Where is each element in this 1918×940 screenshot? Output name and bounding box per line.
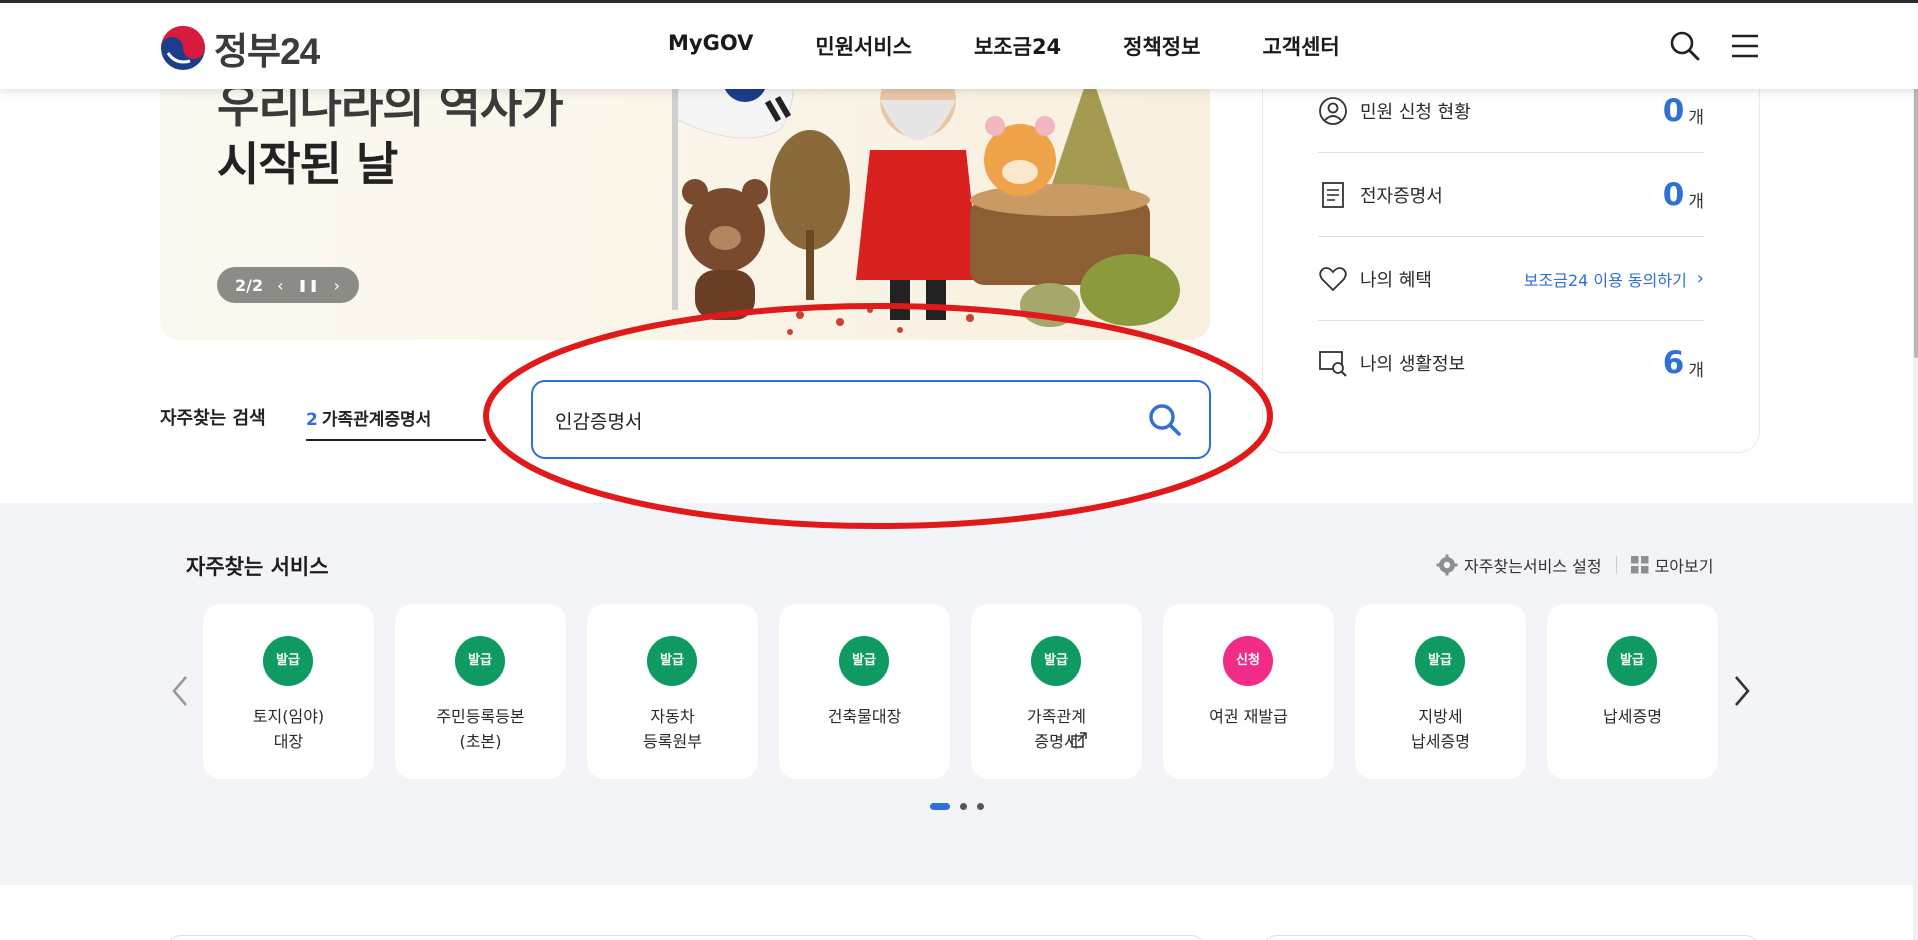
service-label: 주민등록등본 (초본) bbox=[436, 707, 525, 751]
status-row-e-certificates[interactable]: 전자증명서 0 개 bbox=[1318, 153, 1704, 237]
service-label: 건축물대장 bbox=[827, 707, 902, 726]
status-count: 0 bbox=[1662, 176, 1685, 213]
status-count: 0 bbox=[1662, 92, 1685, 129]
carousel-pagination bbox=[930, 803, 984, 810]
bottom-card-right bbox=[1262, 935, 1760, 940]
badge-issue: 발급 bbox=[263, 636, 313, 686]
logo-text: 정부24 bbox=[214, 31, 320, 72]
status-count: 6 bbox=[1662, 345, 1685, 381]
frequent-services-section: 자주찾는 서비스 자주찾는서비스 설정 모아보기 발급 토지(임야) 대장 발급… bbox=[0, 503, 1918, 885]
service-label: 여권 재발급 bbox=[1209, 707, 1288, 726]
site-header: 정부24 MyGOV 민원서비스 보조금24 정책정보 고객센터 bbox=[0, 3, 1918, 89]
status-label: 민원 신청 현황 bbox=[1360, 101, 1471, 123]
top-border bbox=[0, 0, 1918, 3]
service-label: 자동차 등록원부 bbox=[643, 707, 702, 751]
hero-banner[interactable]: 우리나라의 역사가 시작된 날 2/2 ‹ ❚❚ › bbox=[160, 60, 1210, 340]
main-nav: MyGOV 민원서비스 보조금24 정책정보 고객센터 bbox=[668, 31, 1402, 61]
search-box bbox=[531, 380, 1211, 459]
popular-search-term: 가족관계증명서 bbox=[321, 410, 432, 430]
services-actions: 자주찾는서비스 설정 모아보기 bbox=[1436, 553, 1713, 577]
banner-next-icon[interactable]: › bbox=[334, 276, 340, 295]
banner-heading-line2: 시작된 날 bbox=[217, 137, 398, 191]
status-label: 나의 생활정보 bbox=[1360, 354, 1466, 375]
status-label: 나의 혜택 bbox=[1360, 269, 1432, 291]
search-icon[interactable] bbox=[1668, 29, 1702, 63]
menu-icon[interactable] bbox=[1728, 29, 1762, 63]
grid-icon bbox=[1630, 556, 1649, 574]
service-card-passport-reissue[interactable]: 신청 여권 재발급 bbox=[1163, 604, 1334, 779]
my-status-panel: 민원 신청 현황 0 개 전자증명서 0 개 나의 혜택 보조금24 이용 동의… bbox=[1262, 40, 1760, 453]
nav-subsidy[interactable]: 보조금24 bbox=[974, 31, 1061, 61]
banner-controls: 2/2 ‹ ❚❚ › bbox=[217, 267, 359, 303]
service-card-family-certificate[interactable]: 발급 가족관계 증명서 bbox=[971, 604, 1142, 779]
services-settings-label: 자주찾는서비스 설정 bbox=[1464, 557, 1602, 576]
status-row-benefits[interactable]: 나의 혜택 보조금24 이용 동의하기 › bbox=[1318, 237, 1704, 321]
service-card-land-register[interactable]: 발급 토지(임야) 대장 bbox=[203, 604, 374, 779]
taegeuk-logo-icon bbox=[161, 26, 205, 70]
service-card-vehicle-register[interactable]: 발급 자동차 등록원부 bbox=[587, 604, 758, 779]
service-label: 가족관계 증명서 bbox=[1027, 707, 1086, 751]
carousel-next-icon[interactable] bbox=[1726, 671, 1756, 711]
popular-search-keyword[interactable]: 2 가족관계증명서 bbox=[306, 405, 486, 441]
chevron-right-icon: › bbox=[1696, 268, 1704, 289]
pagination-dot-3[interactable] bbox=[977, 803, 984, 810]
banner-prev-icon[interactable]: ‹ bbox=[277, 276, 283, 295]
services-settings-button[interactable]: 자주찾는서비스 설정 bbox=[1436, 553, 1602, 577]
bottom-card-left bbox=[166, 935, 1206, 940]
service-label: 토지(임야) 대장 bbox=[252, 707, 325, 751]
service-card-local-tax-certificate[interactable]: 발급 지방세 납세증명 bbox=[1355, 604, 1526, 779]
status-unit: 개 bbox=[1688, 108, 1704, 128]
nav-policy[interactable]: 정책정보 bbox=[1123, 31, 1200, 61]
popular-search-label: 자주찾는 검색 bbox=[160, 408, 266, 429]
monitor-search-icon bbox=[1319, 351, 1347, 377]
status-label: 전자증명서 bbox=[1360, 185, 1443, 207]
search-input[interactable] bbox=[555, 404, 1095, 436]
heart-icon bbox=[1319, 266, 1347, 291]
badge-issue: 발급 bbox=[455, 636, 505, 686]
status-unit: 개 bbox=[1688, 360, 1704, 381]
carousel-prev-icon[interactable] bbox=[166, 671, 196, 711]
view-all-button[interactable]: 모아보기 bbox=[1630, 553, 1714, 577]
subsidy-consent-link[interactable]: 보조금24 이용 동의하기 bbox=[1524, 267, 1687, 291]
badge-issue: 발급 bbox=[1031, 636, 1081, 686]
badge-issue: 발급 bbox=[1607, 636, 1657, 686]
gear-icon bbox=[1436, 554, 1458, 576]
badge-issue: 발급 bbox=[647, 636, 697, 686]
service-card-tax-certificate[interactable]: 발급 납세증명 bbox=[1547, 604, 1718, 779]
scrollbar-thumb[interactable] bbox=[1914, 48, 1918, 358]
nav-mygov[interactable]: MyGOV bbox=[668, 31, 753, 61]
badge-apply: 신청 bbox=[1223, 636, 1273, 686]
divider bbox=[1615, 556, 1617, 574]
logo[interactable]: 정부24 bbox=[160, 21, 320, 75]
service-card-building-register[interactable]: 발급 건축물대장 bbox=[779, 604, 950, 779]
view-all-label: 모아보기 bbox=[1654, 557, 1714, 576]
service-label: 지방세 납세증명 bbox=[1411, 707, 1470, 751]
popular-search-rank: 2 bbox=[306, 410, 318, 430]
badge-issue: 발급 bbox=[1415, 636, 1465, 686]
external-link-icon bbox=[1071, 732, 1087, 748]
service-label: 납세증명 bbox=[1603, 707, 1662, 726]
document-icon bbox=[1322, 181, 1344, 208]
service-card-resident-registration[interactable]: 발급 주민등록등본 (초본) bbox=[395, 604, 566, 779]
banner-illustration bbox=[672, 60, 1180, 335]
nav-customer-center[interactable]: 고객센터 bbox=[1262, 31, 1339, 61]
pagination-dot-2[interactable] bbox=[960, 803, 967, 810]
user-circle-icon bbox=[1319, 96, 1347, 125]
banner-counter: 2/2 bbox=[235, 275, 264, 295]
badge-issue: 발급 bbox=[839, 636, 889, 686]
status-row-life-info[interactable]: 나의 생활정보 6 개 bbox=[1318, 321, 1704, 405]
status-unit: 개 bbox=[1688, 192, 1704, 212]
pagination-dot-1[interactable] bbox=[930, 803, 950, 810]
services-title: 자주찾는 서비스 bbox=[186, 555, 329, 579]
search-submit-icon[interactable] bbox=[1145, 400, 1185, 440]
banner-pause-icon[interactable]: ❚❚ bbox=[298, 278, 320, 292]
nav-civil-service[interactable]: 민원서비스 bbox=[815, 31, 912, 61]
